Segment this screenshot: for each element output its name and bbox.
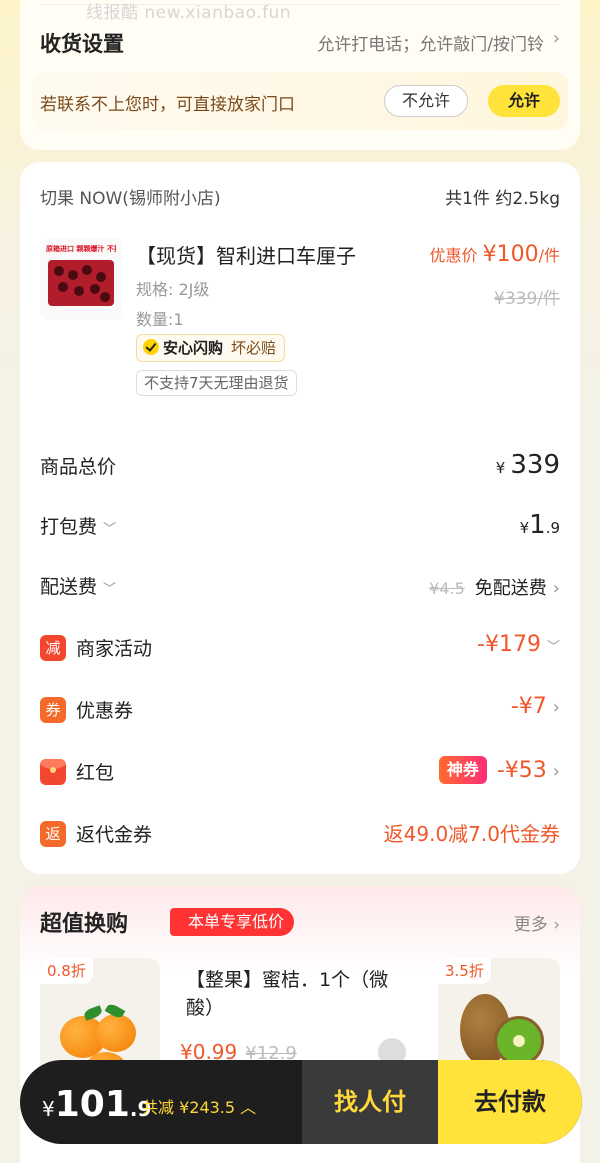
no-return-tag: 不支持7天无理由退货 [136,370,297,396]
delivery-fee-label-wrap: 配送费 ﹀ [40,572,116,599]
chevron-right-icon[interactable]: › [553,697,560,718]
safe-purchase-label: 安心闪购 [163,339,224,357]
red-packet-value: -¥53 [496,758,547,783]
currency-symbol: ¥ [519,519,530,537]
watermark: 线报酷 new.xianbao.fun [86,3,292,23]
exclusive-price-badge: 本单专享低价 [170,908,295,936]
packing-fee-value: ¥1.9 [520,510,560,540]
delivery-settings-card: 线报酷 new.xianbao.fun 收货设置 允许打电话；允许敲门/按门铃 … [20,0,580,150]
chevron-right-icon[interactable]: › [553,578,560,599]
safe-purchase-tag[interactable]: 安心闪购 坏必赔 [136,334,286,362]
chevron-right-icon[interactable]: › [553,761,560,782]
total-saved[interactable]: 共减 ¥243.5 ︿ [142,1094,256,1118]
cherry-box-icon [48,260,114,306]
promo-price-value: ¥100 [482,242,539,267]
total-price: ¥101.9 [42,1084,151,1125]
packing-fee-dec: .9 [545,519,560,537]
discount-icon: 减 [40,635,66,661]
super-coupon-badge: 神券 [438,756,487,784]
red-packet-label: 红包 [76,762,115,784]
checkout-bar: ¥101.9 共减 ¥243.5 ︿ 找人付 去付款 [20,1060,582,1144]
contact-fallback-bar: 若联系不上您时，可直接放家门口 不允许 允许 [32,72,568,130]
total-saved-label: 共减 ¥243.5 [142,1098,236,1117]
goods-total-value: ¥ 339 [496,450,560,480]
discount-badge: 3.5折 [438,958,491,984]
allow-button[interactable]: 允许 [488,85,560,117]
delivery-fee-value: ¥4.5 免配送费 › [429,574,560,600]
delivery-fee-free: 免配送费 [474,578,547,599]
contact-fallback-text: 若联系不上您时，可直接放家门口 [40,95,295,115]
check-icon [143,339,159,355]
packing-fee-label: 打包费 [40,516,98,538]
red-packet-icon [40,759,66,785]
chevron-down-icon[interactable]: ﹀ [103,582,116,597]
merchant-activity-row[interactable]: 减 商家活动 -¥179 ﹀ [40,628,560,668]
discount-badge: 0.8折 [40,958,93,984]
product-spec: 规格: 2J级 [136,280,210,299]
delivery-settings-value[interactable]: 允许打电话；允许敲门/按门铃 [317,30,544,55]
delivery-fee-label: 配送费 [40,576,98,598]
packing-fee-label-wrap: 打包费 ﹀ [40,512,116,539]
coupon-label: 优惠券 [76,700,134,722]
delivery-fee-row[interactable]: 配送费 ﹀ ¥4.5 免配送费 › [40,566,560,606]
mandarin-icon [96,1014,136,1052]
merchant-activity-value-wrap: -¥179 ﹀ [477,632,560,657]
promo-price-unit: /件 [538,246,560,265]
product-quantity: 数量:1 [136,310,184,329]
promo-price: 优惠价 ¥100/件 [429,242,560,267]
original-price: ¥339/件 [494,289,560,309]
return-icon: 返 [40,821,66,847]
currency-symbol: ¥ [495,459,506,477]
safe-purchase-sub: 坏必赔 [231,339,277,357]
more-link-label: 更多 [513,915,548,935]
product-title[interactable]: 【现货】智利进口车厘子 [136,240,356,269]
promo-price-label: 优惠价 [429,246,478,265]
chevron-down-icon[interactable]: ﹀ [547,640,560,655]
packing-fee-row[interactable]: 打包费 ﹀ ¥1.9 [40,506,560,546]
voucher-row: 返 返代金券 返49.0减7.0代金券 [40,814,560,854]
chevron-right-icon: › [553,915,560,935]
product-image[interactable]: 原箱进口 颗颗爆汁 不拆箱 更保鲜 [40,238,122,320]
coupon-row[interactable]: 券 优惠券 -¥7 › [40,690,560,730]
more-link[interactable]: 更多 › [514,910,560,935]
order-card: 切果 NOW(锡师附小店) 共1件 约2.5kg 原箱进口 颗颗爆汁 不拆箱 更… [20,162,580,874]
total-int: 101 [54,1084,130,1125]
order-summary: 共1件 约2.5kg [445,189,560,209]
delivery-settings-title: 收货设置 [40,32,124,56]
coupon-value-wrap: -¥7 › [511,694,560,719]
chevron-up-icon: ︿ [240,1098,257,1117]
delivery-fee-original: ¥4.5 [429,579,465,598]
red-packet-row[interactable]: 红包 神券 -¥53 › [40,752,560,792]
goods-total-row: 商品总价 ¥ 339 [40,446,560,486]
voucher-label: 返代金券 [76,824,153,846]
currency-symbol: ¥ [42,1097,55,1121]
voucher-value-wrap: 返49.0减7.0代金券 [384,818,560,847]
voucher-value: 返49.0减7.0代金券 [383,822,560,846]
merchant-activity-label: 商家活动 [76,638,153,660]
red-packet-value-wrap: 神券 -¥53 › [438,756,560,784]
coupon-value: -¥7 [510,694,547,719]
goods-total-amount: 339 [510,450,560,480]
deny-button[interactable]: 不允许 [384,85,468,117]
product-image-caption: 原箱进口 颗颗爆汁 不拆箱 更保鲜 [46,245,116,253]
chevron-down-icon[interactable]: ﹀ [103,522,116,537]
shop-name[interactable]: 切果 NOW(锡师附小店) [40,184,221,209]
coupon-icon: 券 [40,697,66,723]
exchange-title: 超值换购 [40,912,129,937]
exchange-item-title[interactable]: 【整果】蜜桔．1个（微酸） [186,966,406,1022]
merchant-activity-value: -¥179 [477,632,541,657]
chevron-right-icon[interactable]: › [553,28,560,49]
kiwi-half-icon [494,1016,544,1066]
ask-friend-pay-button[interactable]: 找人付 [302,1060,438,1144]
pay-button[interactable]: 去付款 [438,1060,582,1144]
packing-fee-int: 1 [529,510,546,540]
goods-total-label: 商品总价 [40,456,117,478]
